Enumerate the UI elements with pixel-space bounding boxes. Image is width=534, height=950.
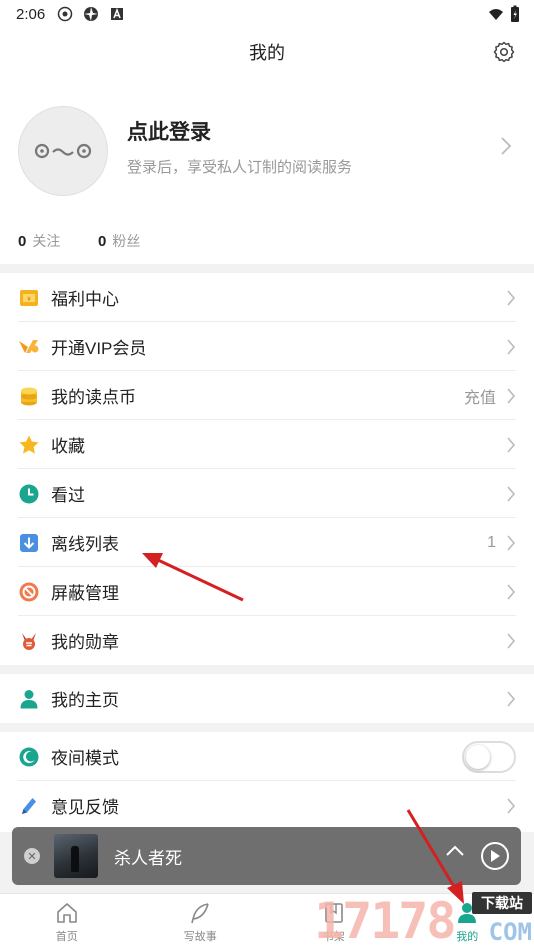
menu-group-homepage: 我的主页 [0, 674, 534, 723]
menu-item-welfare[interactable]: ¥ 福利中心 [0, 273, 534, 322]
person-icon [18, 688, 40, 710]
menu-label: 我的主页 [51, 691, 119, 710]
profile-card[interactable]: 点此登录 登录后，享受私人订制的阅读服务 0 关注 0 粉丝 [0, 76, 534, 264]
chevron-right-icon [507, 583, 516, 600]
recharge-value[interactable]: 充值 [464, 384, 496, 408]
chevron-right-icon [507, 338, 516, 355]
fans-label: 粉丝 [112, 233, 141, 249]
mini-audio-player[interactable]: ✕ 杀人者死 [12, 827, 521, 885]
battery-icon [511, 5, 519, 22]
top-app-bar: 我的 [0, 28, 534, 76]
chevron-right-icon [507, 289, 516, 306]
menu-item-feedback[interactable]: 意见反馈 [0, 781, 534, 830]
menu-label: 夜间模式 [51, 749, 119, 768]
default-face-icon [34, 143, 92, 159]
star-icon [18, 434, 40, 456]
chevron-right-icon [507, 632, 516, 649]
chevron-right-icon [501, 137, 512, 155]
moon-icon [18, 746, 40, 768]
menu-label: 我的读点币 [51, 388, 136, 407]
menu-group-main: ¥ 福利中心 开通VIP会员 我的读点币 充值 收藏 看过 离线列表 1 屏蔽管… [0, 273, 534, 665]
menu-item-coins[interactable]: 我的读点币 充值 [0, 371, 534, 420]
tab-write-story[interactable]: 写故事 [134, 894, 268, 950]
fans-stat[interactable]: 0 粉丝 [98, 231, 140, 251]
menu-label: 意见反馈 [51, 798, 119, 817]
play-icon [491, 850, 500, 862]
tab-home[interactable]: 首页 [0, 894, 134, 950]
wifi-icon [489, 9, 503, 20]
settings-gear-icon[interactable] [492, 40, 516, 64]
menu-label: 我的勋章 [51, 633, 119, 652]
player-title: 杀人者死 [114, 848, 182, 868]
menu-item-medals[interactable]: 我的勋章 [0, 616, 534, 665]
play-button[interactable] [481, 842, 509, 870]
menu-group-settings: 夜间模式 意见反馈 [0, 732, 534, 832]
watermark-digits: 17178 [314, 892, 457, 950]
record-icon [57, 6, 73, 22]
offline-count: 1 [487, 533, 496, 551]
page-title: 我的 [249, 43, 285, 63]
svg-text:¥: ¥ [27, 296, 31, 303]
login-subtitle: 登录后，享受私人订制的阅读服务 [127, 159, 353, 176]
menu-item-offline-list[interactable]: 离线列表 1 [0, 518, 534, 567]
menu-item-vip[interactable]: 开通VIP会员 [0, 322, 534, 371]
site-watermark: 17178 下载站 COM [310, 888, 534, 950]
home-icon [56, 902, 77, 923]
night-mode-toggle[interactable] [462, 740, 516, 773]
close-player-icon[interactable]: ✕ [24, 848, 40, 864]
download-icon [18, 532, 40, 554]
menu-label: 福利中心 [51, 290, 119, 309]
watermark-suffix: COM [488, 918, 532, 946]
status-time: 2:06 [16, 5, 46, 23]
login-prompt[interactable]: 点此登录 [127, 116, 211, 146]
chevron-right-icon [507, 485, 516, 502]
menu-item-night-mode[interactable]: 夜间模式 [0, 732, 534, 781]
menu-item-my-homepage[interactable]: 我的主页 [0, 674, 534, 723]
following-stat[interactable]: 0 关注 [18, 231, 60, 251]
chevron-right-icon [507, 436, 516, 453]
menu-label: 屏蔽管理 [51, 584, 119, 603]
chevron-right-icon [507, 387, 516, 404]
chevron-right-icon [507, 797, 516, 814]
book-cover-image[interactable] [54, 834, 98, 878]
tab-label: 首页 [55, 930, 78, 943]
menu-label: 开通VIP会员 [51, 339, 147, 358]
text-a-icon [111, 7, 124, 20]
coin-icon [18, 385, 40, 407]
fans-count: 0 [98, 233, 107, 250]
gift-icon: ¥ [18, 287, 40, 309]
feather-icon [191, 902, 210, 923]
chevron-right-icon [507, 690, 516, 707]
chevron-up-icon[interactable] [445, 845, 465, 857]
following-label: 关注 [32, 233, 61, 249]
pen-icon [18, 795, 40, 817]
watermark-badge: 下载站 [472, 892, 532, 914]
menu-label: 看过 [51, 486, 85, 505]
menu-label: 离线列表 [51, 535, 119, 554]
vip-icon [18, 336, 40, 358]
clock-icon [18, 483, 40, 505]
avatar[interactable] [18, 106, 108, 196]
block-icon [18, 581, 40, 603]
medal-icon [18, 630, 40, 652]
aperture-icon [84, 7, 99, 21]
following-count: 0 [18, 233, 27, 250]
menu-item-favorites[interactable]: 收藏 [0, 420, 534, 469]
tab-label: 写故事 [183, 930, 217, 943]
menu-label: 收藏 [51, 437, 85, 456]
status-bar: 2:06 [0, 0, 534, 28]
menu-item-history[interactable]: 看过 [0, 469, 534, 518]
menu-item-block-management[interactable]: 屏蔽管理 [0, 567, 534, 616]
chevron-right-icon [507, 534, 516, 551]
